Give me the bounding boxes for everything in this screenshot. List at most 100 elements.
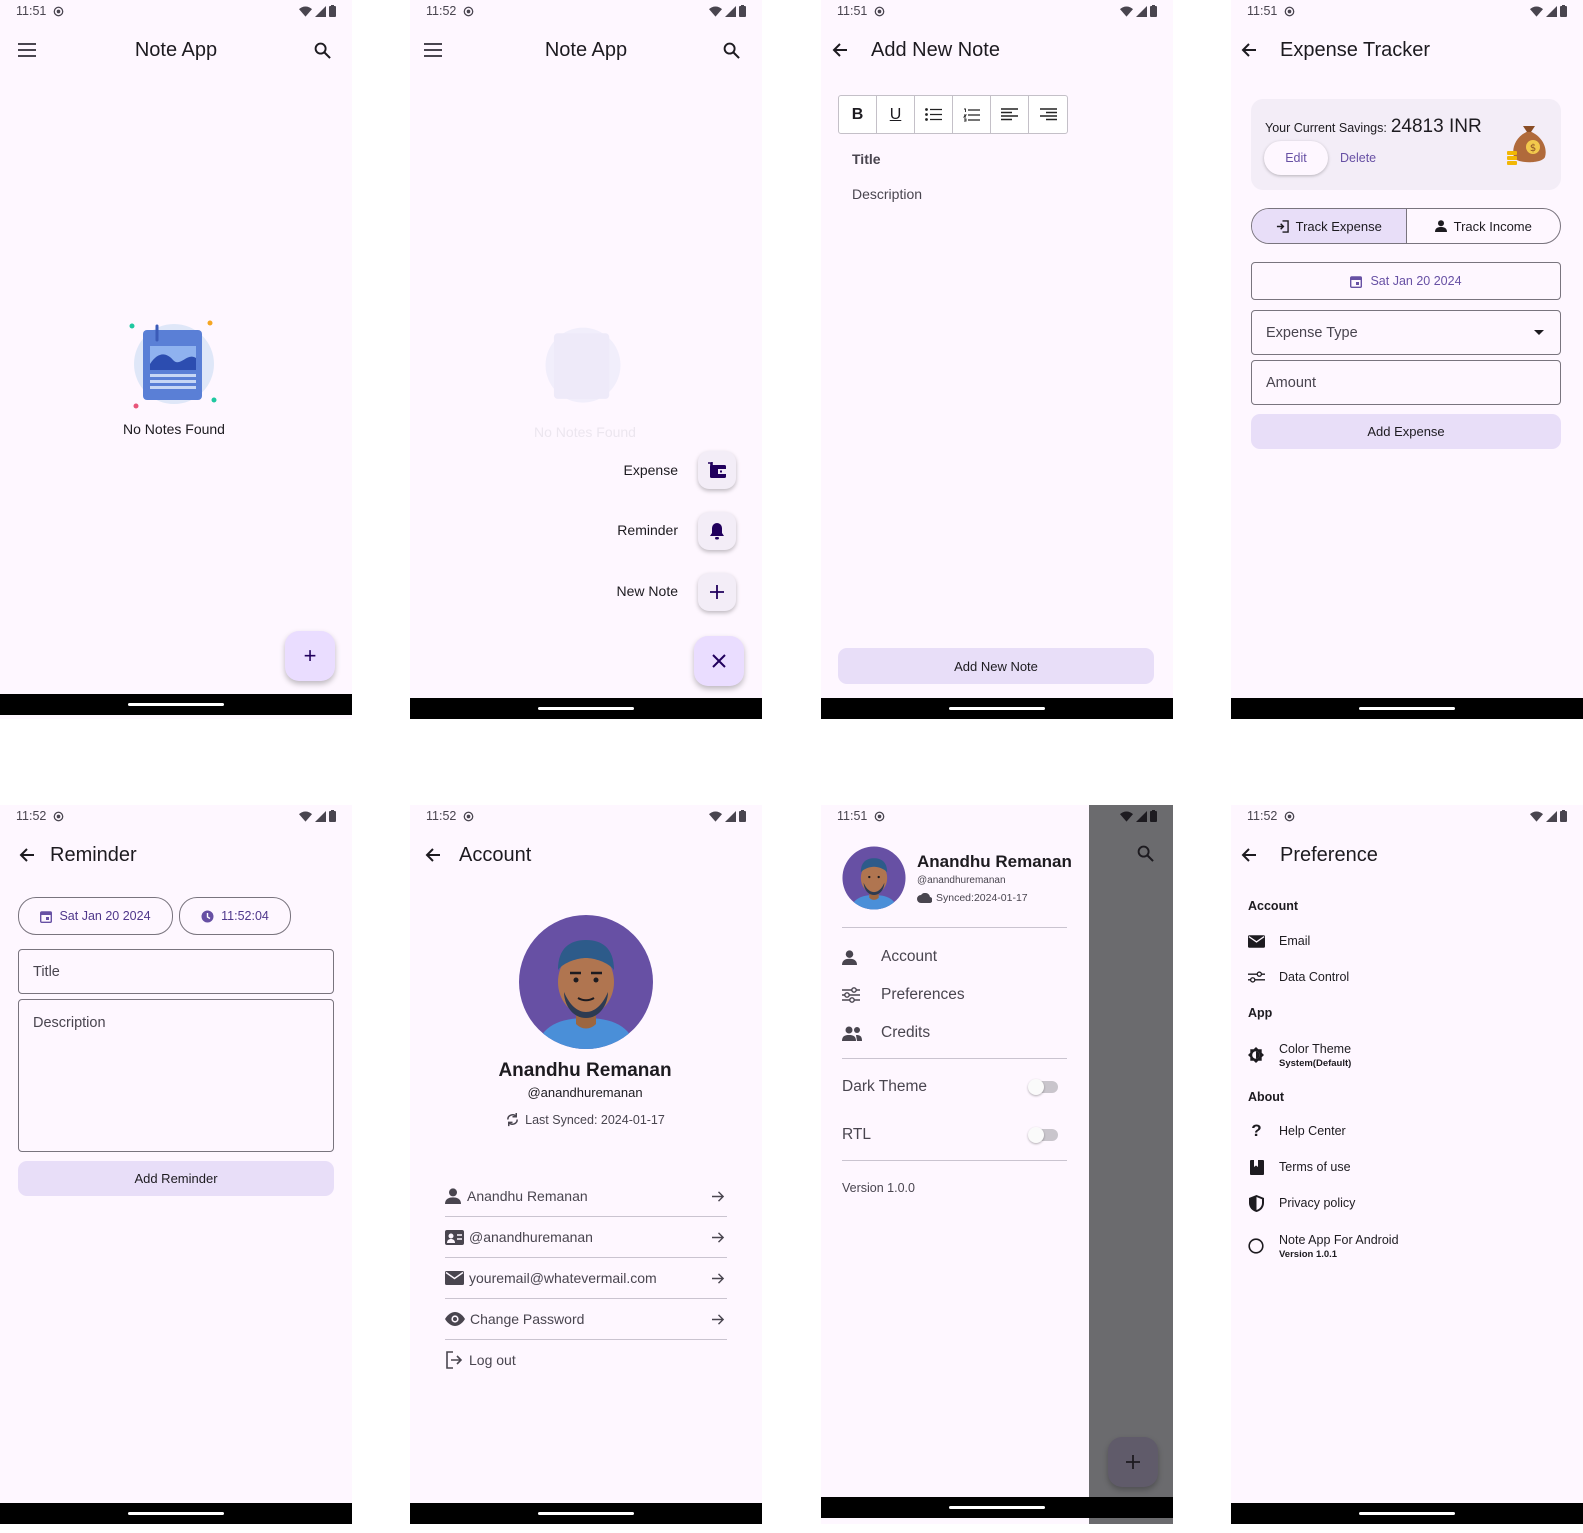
align-left-icon[interactable] <box>991 96 1029 133</box>
search-icon[interactable] <box>308 36 336 64</box>
drawer-item-account[interactable]: Account <box>842 945 1067 969</box>
account-row-label: Change Password <box>470 1311 585 1327</box>
back-arrow-icon[interactable] <box>1235 36 1263 64</box>
back-arrow-icon[interactable] <box>826 36 854 64</box>
account-row-handle[interactable]: @anandhuremanan <box>445 1222 727 1252</box>
battery-icon <box>1560 810 1567 822</box>
last-synced-row: Last Synced: 2024-01-17 <box>410 1112 760 1127</box>
note-description-input[interactable]: Description <box>852 186 922 202</box>
back-arrow-icon[interactable] <box>419 841 447 869</box>
top-app-bar: Note App <box>0 32 352 68</box>
status-icons <box>299 5 336 17</box>
amount-input[interactable]: Amount <box>1251 360 1561 405</box>
battery-icon <box>1150 810 1157 822</box>
search-icon[interactable] <box>717 36 745 64</box>
pref-item-label: Help Center <box>1279 1124 1346 1138</box>
status-time: 11:52 <box>16 809 47 823</box>
align-right-icon[interactable] <box>1029 96 1067 133</box>
battery-icon <box>329 5 336 17</box>
reminder-menu-label[interactable]: Reminder <box>617 522 678 538</box>
drawer-item-preferences[interactable]: Preferences <box>842 983 1067 1007</box>
pref-item-help-center[interactable]: ? Help Center <box>1248 1120 1548 1142</box>
signal-icon <box>725 5 736 17</box>
numbered-list-icon[interactable] <box>953 96 991 133</box>
expense-menu-label[interactable]: Expense <box>624 462 678 478</box>
sync-icon <box>507 1112 519 1127</box>
profile-handle: @anandhuremanan <box>527 1085 643 1100</box>
signal-icon <box>1546 5 1557 17</box>
status-icons <box>1120 810 1157 822</box>
bell-icon <box>710 523 724 540</box>
screen-add-note: 11:51 Add New Note B U Title Description… <box>821 0 1173 719</box>
sync-status-icon <box>1284 6 1295 17</box>
reminder-title-input[interactable]: Title <box>18 949 334 994</box>
delete-savings-button[interactable]: Delete <box>1340 151 1376 165</box>
drawer-scrim[interactable] <box>1089 805 1173 1524</box>
status-time: 11:51 <box>837 4 868 18</box>
account-row-name[interactable]: Anandhu Remanan <box>445 1181 727 1211</box>
status-bar: 11:52 <box>16 809 336 823</box>
wifi-icon <box>1530 811 1543 822</box>
wifi-icon <box>299 6 312 17</box>
wifi-icon <box>709 6 722 17</box>
track-expense-tab[interactable]: Track Expense <box>1252 209 1407 243</box>
account-row-email[interactable]: youremail@whatevermail.com <box>445 1263 727 1293</box>
add-fab[interactable] <box>1108 1437 1158 1487</box>
status-bar: 11:51 <box>837 809 1157 823</box>
status-time: 11:52 <box>426 809 457 823</box>
pref-item-privacy[interactable]: Privacy policy <box>1248 1192 1548 1214</box>
add-fab[interactable]: + <box>285 631 335 681</box>
back-arrow-icon[interactable] <box>13 841 41 869</box>
top-app-bar: Add New Note <box>821 32 1173 68</box>
account-row-password[interactable]: Change Password <box>445 1304 727 1334</box>
date-picker-button[interactable]: Sat Jan 20 2024 <box>1251 262 1561 300</box>
page-title: Reminder <box>50 843 137 866</box>
bold-icon[interactable]: B <box>839 96 877 133</box>
section-app-heading: App <box>1248 1006 1273 1020</box>
divider <box>842 927 1067 928</box>
edit-savings-button[interactable]: Edit <box>1264 141 1328 175</box>
pref-item-email[interactable]: Email <box>1248 930 1548 952</box>
wallet-icon <box>708 462 726 478</box>
reminder-date-button[interactable]: Sat Jan 20 2024 <box>18 897 173 935</box>
status-bar: 11:51 <box>837 4 1157 18</box>
bullet-list-icon[interactable] <box>915 96 953 133</box>
reminder-fab[interactable] <box>698 512 736 550</box>
add-expense-button[interactable]: Add Expense <box>1251 414 1561 449</box>
pref-item-label: Terms of use <box>1279 1160 1351 1174</box>
divider <box>842 1160 1067 1161</box>
page-title: Add New Note <box>871 38 1000 61</box>
reminder-description-input[interactable]: Description <box>18 999 334 1152</box>
close-fab[interactable] <box>694 636 744 686</box>
pref-item-about-app[interactable]: Note App For Android Version 1.0.1 <box>1248 1230 1548 1262</box>
empty-notes-illustration <box>538 322 628 412</box>
nav-bar <box>1231 1503 1583 1524</box>
divider <box>445 1339 727 1340</box>
brightness-icon <box>1248 1047 1264 1063</box>
new-note-menu-label[interactable]: New Note <box>617 583 678 599</box>
search-icon[interactable] <box>1131 839 1159 867</box>
note-title-input[interactable]: Title <box>852 151 881 167</box>
login-icon <box>1276 219 1289 233</box>
pref-item-terms[interactable]: Terms of use <box>1248 1156 1548 1178</box>
rtl-switch[interactable] <box>1028 1127 1058 1143</box>
pref-item-data-control[interactable]: Data Control <box>1248 966 1548 988</box>
sync-status-icon <box>463 811 474 822</box>
pref-item-color-theme[interactable]: Color Theme System(Default) <box>1248 1039 1548 1071</box>
track-income-tab[interactable]: Track Income <box>1407 209 1561 243</box>
tune-icon <box>842 987 860 1003</box>
back-arrow-icon[interactable] <box>1235 841 1263 869</box>
battery-icon <box>1150 5 1157 17</box>
avatar <box>518 914 654 1050</box>
underline-icon[interactable]: U <box>877 96 915 133</box>
dark-theme-switch[interactable] <box>1028 1079 1058 1095</box>
expense-type-dropdown[interactable]: Expense Type <box>1251 310 1561 355</box>
expense-fab[interactable] <box>698 451 736 489</box>
account-row-label: Log out <box>469 1352 516 1368</box>
new-note-fab[interactable] <box>698 573 736 611</box>
add-reminder-button[interactable]: Add Reminder <box>18 1161 334 1196</box>
drawer-item-credits[interactable]: Credits <box>842 1021 1067 1045</box>
reminder-time-button[interactable]: 11:52:04 <box>179 897 291 935</box>
account-row-logout[interactable]: Log out <box>445 1345 727 1375</box>
add-new-note-button[interactable]: Add New Note <box>838 648 1154 684</box>
